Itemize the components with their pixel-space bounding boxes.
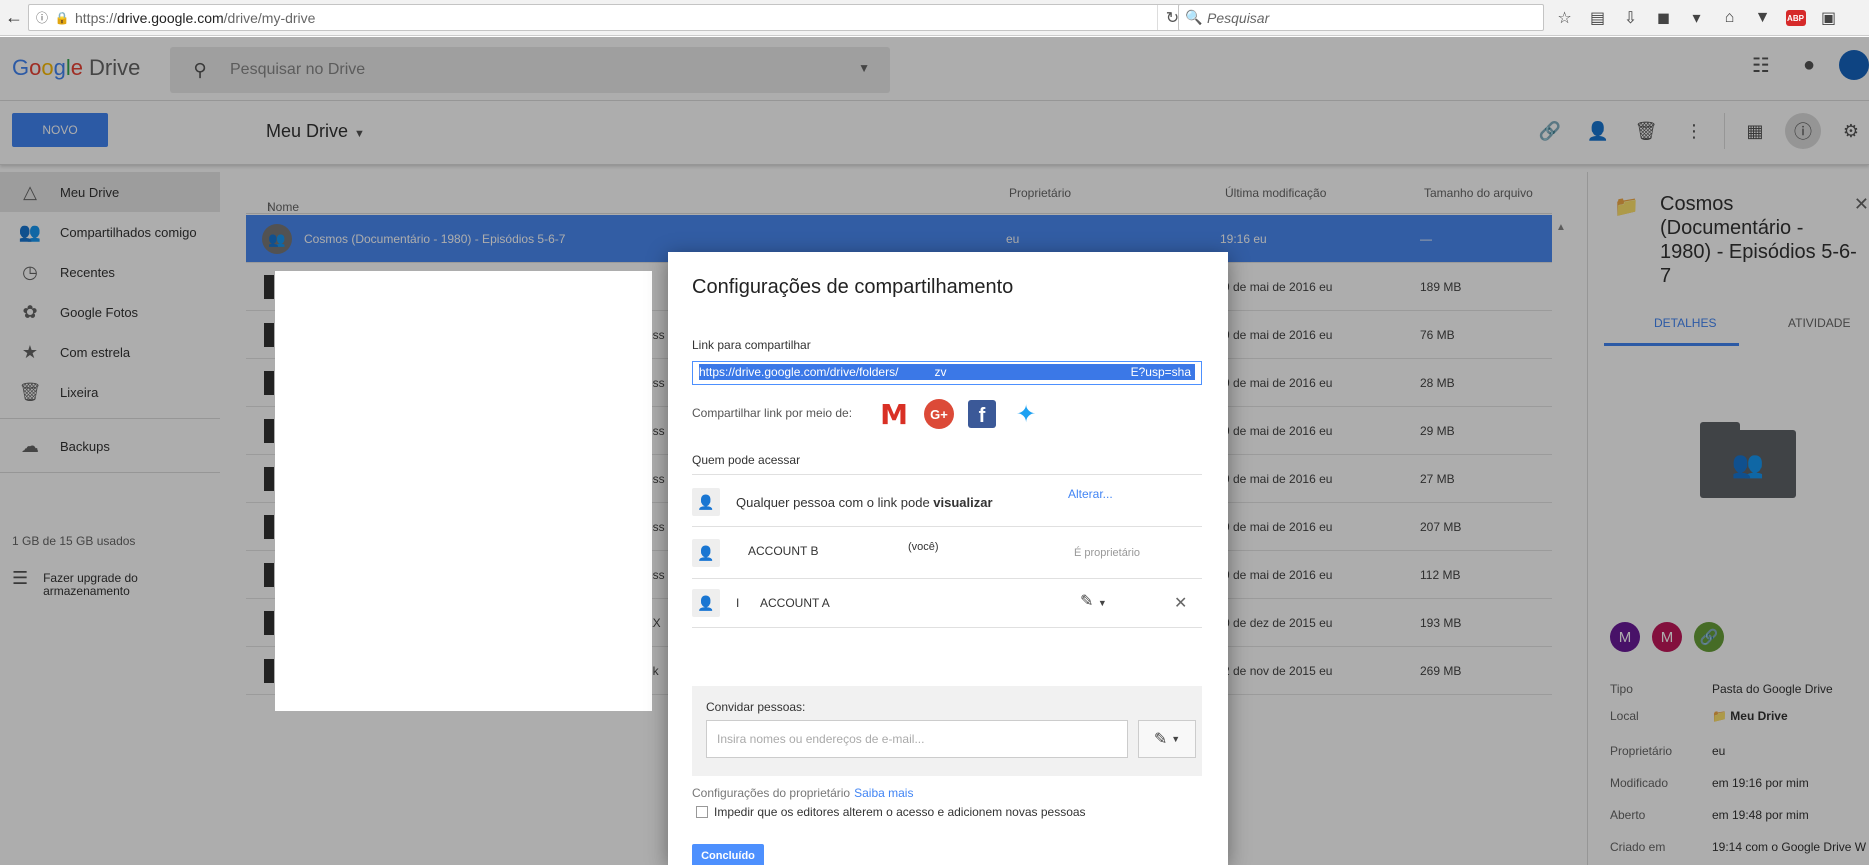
person-icon: 👤 bbox=[692, 589, 720, 617]
prevent-editors-checkbox[interactable] bbox=[696, 806, 708, 818]
access-row-link: 👤 Qualquer pessoa com o link pode visual… bbox=[692, 474, 1202, 526]
dialog-title: Configurações de compartilhamento bbox=[692, 276, 1014, 298]
account-prefix: I bbox=[736, 596, 740, 610]
adblock-icon[interactable]: ABP bbox=[1779, 4, 1812, 32]
link-label: Link para compartilhar bbox=[692, 338, 811, 352]
gmail-icon[interactable]: M bbox=[878, 398, 910, 431]
account-name: ACCOUNT B bbox=[748, 544, 819, 558]
home-icon[interactable]: ⌂ bbox=[1713, 4, 1746, 32]
twitter-icon[interactable]: ✦ bbox=[1010, 399, 1042, 429]
lock-icon: 🔒 bbox=[54, 10, 70, 25]
sharing-settings-dialog: Configurações de compartilhamento Link p… bbox=[668, 252, 1228, 865]
link-part: https://drive.google.com/drive/folders/ bbox=[699, 365, 899, 379]
browser-search-placeholder: Pesquisar bbox=[1207, 9, 1270, 26]
url-text: https://drive.google.com/drive/my-drive bbox=[75, 9, 316, 26]
invite-section: Convidar pessoas: Insira nomes ou endere… bbox=[692, 686, 1202, 776]
owner-role: É proprietário bbox=[1074, 547, 1141, 559]
remove-user-close-icon[interactable]: ✕ bbox=[1174, 593, 1187, 613]
prevent-editors-option[interactable]: Impedir que os editores alterem o acesso… bbox=[696, 805, 1086, 819]
search-icon: 🔍 bbox=[1185, 9, 1203, 25]
account-name: ACCOUNT A bbox=[760, 596, 830, 610]
change-access-link[interactable]: Alterar... bbox=[1068, 487, 1113, 501]
share-via-label: Compartilhar link por meio de: bbox=[692, 406, 853, 420]
pencil-icon: ✎ bbox=[1153, 731, 1168, 748]
invite-placeholder: Insira nomes ou endereços de e-mail... bbox=[717, 732, 925, 746]
done-button[interactable]: Concluído bbox=[692, 844, 764, 865]
extension-icon[interactable]: ▣ bbox=[1812, 4, 1845, 32]
link-access-text: Qualquer pessoa com o link pode visualiz… bbox=[736, 495, 993, 510]
invite-label: Convidar pessoas: bbox=[706, 700, 806, 714]
google-plus-icon[interactable]: G+ bbox=[924, 399, 954, 429]
browser-search-input[interactable]: 🔍 Pesquisar bbox=[1178, 4, 1544, 31]
learn-more-link[interactable]: Saiba mais bbox=[854, 786, 913, 800]
who-has-access-label: Quem pode acessar bbox=[692, 453, 801, 467]
bookmark-star-icon[interactable]: ☆ bbox=[1548, 4, 1581, 32]
edit-permission-pencil-icon[interactable]: ✎ ▼ bbox=[1080, 591, 1107, 611]
redaction-block bbox=[275, 271, 652, 711]
address-bar[interactable]: ⓘ 🔒 https://drive.google.com/drive/my-dr… bbox=[28, 4, 1188, 31]
owner-settings-label: Configurações do proprietário bbox=[692, 786, 851, 800]
you-label: (você) bbox=[908, 541, 939, 553]
download-icon[interactable]: ⇩ bbox=[1614, 4, 1647, 32]
reading-list-icon[interactable]: ▤ bbox=[1581, 4, 1614, 32]
info-icon[interactable]: ⓘ bbox=[35, 11, 49, 25]
link-part: E?usp=sha bbox=[1130, 365, 1191, 379]
owner-settings: Configurações do proprietário Saiba mais bbox=[692, 786, 913, 800]
link-user-icon: 👤 bbox=[692, 488, 720, 516]
share-via-icons: M G+ f ✦ bbox=[878, 398, 1042, 431]
access-text: Qualquer pessoa com o link pode bbox=[736, 495, 934, 510]
browser-tools: ☆ ▤ ⇩ ◼ ▾ ⌂ ▼ ABP ▣ bbox=[1548, 4, 1845, 32]
dropdown-chevron-icon[interactable]: ▾ bbox=[1680, 4, 1713, 32]
facebook-icon[interactable]: f bbox=[968, 400, 996, 428]
share-link-selected-text: https://drive.google.com/drive/folders/z… bbox=[699, 364, 1195, 380]
person-icon: 👤 bbox=[692, 539, 720, 567]
back-arrow-icon[interactable]: ← bbox=[0, 4, 28, 32]
share-link-input[interactable]: https://drive.google.com/drive/folders/z… bbox=[692, 361, 1202, 385]
access-row-owner: 👤 ACCOUNT B (você) É proprietário bbox=[692, 526, 1202, 578]
link-part: zv bbox=[934, 365, 947, 379]
chevron-down-icon: ▼ bbox=[1097, 598, 1107, 608]
addon-icon[interactable]: ◼ bbox=[1647, 4, 1680, 32]
pocket-icon[interactable]: ▼ bbox=[1746, 4, 1779, 32]
prevent-editors-label: Impedir que os editores alterem o acesso… bbox=[714, 805, 1086, 819]
invite-permission-dropdown[interactable]: ✎ ▼ bbox=[1138, 720, 1196, 758]
access-row-editor: 👤 I ACCOUNT A ✎ ▼ ✕ bbox=[692, 578, 1202, 628]
invite-email-input[interactable]: Insira nomes ou endereços de e-mail... bbox=[706, 720, 1128, 758]
chevron-down-icon: ▼ bbox=[1171, 734, 1181, 744]
adblock-label: ABP bbox=[1785, 10, 1806, 26]
access-level: visualizar bbox=[933, 495, 993, 510]
